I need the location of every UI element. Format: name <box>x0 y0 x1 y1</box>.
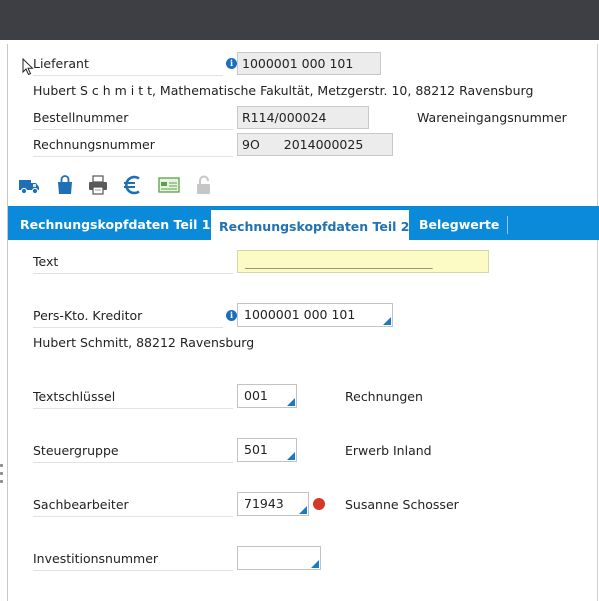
value-help-corner <box>287 398 295 406</box>
sachbearbeiter-value: 71943 <box>244 496 284 511</box>
euro-icon[interactable] <box>121 173 145 197</box>
tab-rechnungskopfdaten-teil-2[interactable]: Rechnungskopfdaten Teil 2 <box>211 210 410 240</box>
kreditor-value: 1000001 000 101 <box>244 307 356 322</box>
resize-grip[interactable] <box>0 464 4 490</box>
tab-rechnungskopfdaten-teil-1[interactable]: Rechnungskopfdaten Teil 1 <box>20 206 211 240</box>
sachbearbeiter-input[interactable]: 71943 <box>237 492 309 516</box>
printer-icon[interactable] <box>86 173 110 197</box>
rechnungsnummer-field: 9O 2014000025 <box>237 133 393 156</box>
steuergruppe-label: Steuergruppe <box>33 443 233 463</box>
value-help-corner <box>383 317 391 325</box>
investitionsnummer-input[interactable] <box>237 546 321 570</box>
status-indicator <box>313 498 325 510</box>
lock-icon[interactable] <box>192 173 216 197</box>
bestellnummer-field: R114/000024 <box>237 106 369 129</box>
kreditor-name: Hubert Schmitt, 88212 Ravensburg <box>33 335 255 350</box>
value-help-corner <box>311 560 319 568</box>
text-label: Text <box>33 254 233 274</box>
info-icon[interactable]: i <box>226 58 237 69</box>
rechnungsnummer-label: Rechnungsnummer <box>33 137 233 157</box>
lieferant-address: Hubert S c h m i t t, Mathematische Faku… <box>33 83 534 98</box>
kreditor-input[interactable]: 1000001 000 101 <box>237 303 393 327</box>
tab-belegwerte[interactable]: Belegwerte <box>419 206 499 240</box>
text-input[interactable]: ______________________________ <box>237 250 489 273</box>
value-help-corner <box>287 452 295 460</box>
steuergruppe-description: Erwerb Inland <box>345 443 432 458</box>
textschluessel-label: Textschlüssel <box>33 389 233 409</box>
value-help-corner <box>299 506 307 514</box>
sachbearbeiter-description: Susanne Schosser <box>345 497 459 512</box>
payment-card-icon[interactable] <box>157 173 181 197</box>
right-divider <box>597 44 598 601</box>
tab-bar: Rechnungskopfdaten Teil 1 Rechnungskopfd… <box>8 206 599 240</box>
steuergruppe-value: 501 <box>244 442 268 457</box>
textschluessel-description: Rechnungen <box>345 389 423 404</box>
lieferant-label: Lieferant <box>33 56 223 76</box>
investitionsnummer-label: Investitionsnummer <box>33 551 233 571</box>
left-divider <box>7 44 8 601</box>
textschluessel-value: 001 <box>244 388 268 403</box>
shopping-bag-icon[interactable] <box>53 173 77 197</box>
lieferant-field: 1000001 000 101 <box>237 52 381 75</box>
info-icon[interactable]: i <box>226 310 237 321</box>
bestellnummer-label: Bestellnummer <box>33 110 233 130</box>
tab-separator <box>507 216 508 234</box>
textschluessel-input[interactable]: 001 <box>237 384 297 408</box>
rechnungsnummer-prefix: 9O <box>242 137 260 152</box>
window-top-bar <box>0 0 599 40</box>
wareneingang-label: Wareneingangsnummer <box>417 110 567 125</box>
rechnungsnummer-value: 2014000025 <box>283 137 364 152</box>
kreditor-label: Pers-Kto. Kreditor <box>33 308 223 328</box>
sachbearbeiter-label: Sachbearbeiter <box>33 497 233 517</box>
steuergruppe-input[interactable]: 501 <box>237 438 297 462</box>
truck-icon[interactable] <box>17 173 41 197</box>
